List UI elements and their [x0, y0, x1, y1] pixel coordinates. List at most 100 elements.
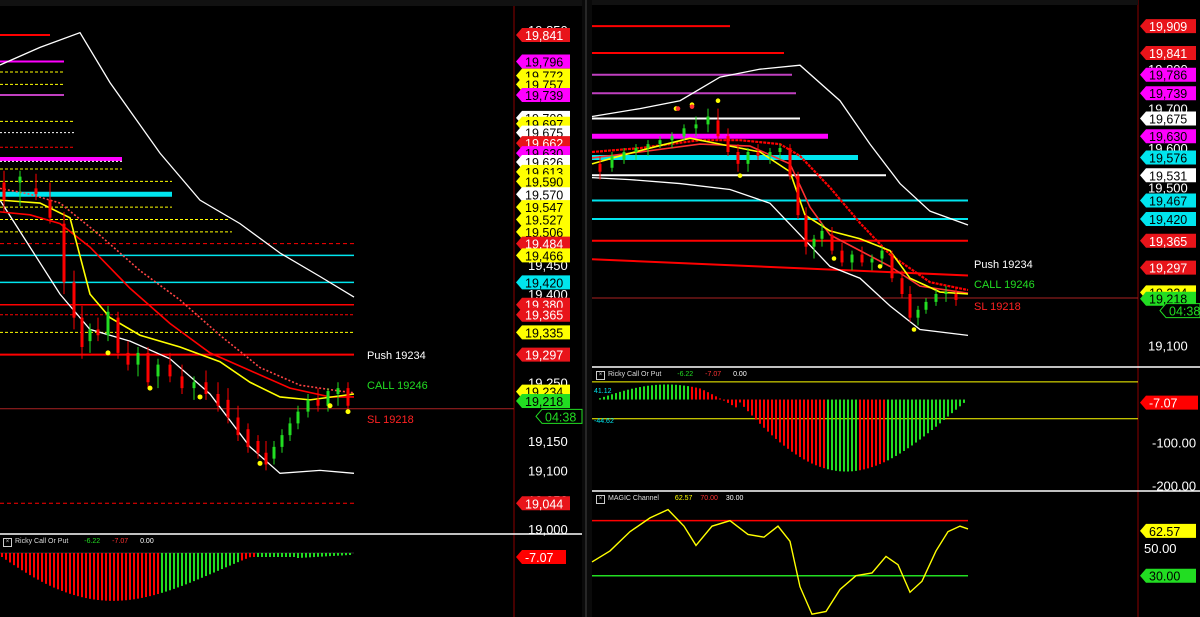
- left-candle-body: [226, 399, 230, 418]
- left-candle-body: [48, 200, 52, 218]
- right-title-strip: [592, 0, 1138, 5]
- right-price-label: 19,786: [1140, 67, 1196, 83]
- right-ind1-label: -7.07: [1140, 395, 1198, 411]
- left-candle-body: [346, 388, 350, 406]
- panel-gap: [582, 0, 592, 617]
- right-candle-body: [890, 254, 894, 279]
- right-candle-body: [682, 128, 686, 137]
- left-axis-tick: 19,150: [528, 434, 568, 449]
- left-price-label: 19,218: [516, 394, 570, 409]
- right-price-label-text: 19,467: [1149, 195, 1187, 209]
- right-candle-body: [916, 309, 920, 318]
- left-candle-body: [280, 435, 284, 447]
- left-axis-tick: 19,000: [528, 522, 568, 537]
- right-candle-body: [924, 301, 928, 310]
- right-price-label: 19,420: [1140, 212, 1196, 227]
- left-price-label: 19,841: [516, 28, 570, 43]
- right-price-label: 19,467: [1140, 193, 1196, 209]
- left-signal-dot: [147, 385, 153, 391]
- right-candle-body: [716, 120, 720, 137]
- right-timer-label-text: 04:38: [1169, 305, 1200, 319]
- left-timer-label: 04:38: [535, 408, 583, 424]
- right-signal-dot-red: [689, 104, 695, 109]
- left-candle-body: [96, 329, 100, 336]
- left-candle-body: [264, 452, 268, 465]
- left-price-label-text: 19,044: [525, 497, 563, 511]
- right-price-label: 19,531: [1140, 168, 1196, 183]
- left-price-label: 19,365: [516, 307, 570, 323]
- left-candle-body: [272, 446, 276, 459]
- right-candle-body: [944, 292, 948, 294]
- right-candle-body: [788, 148, 792, 176]
- right-price-label-text: 19,675: [1149, 112, 1187, 126]
- left-candle-body: [34, 188, 38, 195]
- right-ind1-axis-tick: -200.00: [1152, 479, 1196, 494]
- left-price-label-text: 19,218: [525, 395, 563, 409]
- left-price-label: 19,739: [516, 87, 570, 103]
- left-price-label: 19,590: [516, 174, 570, 189]
- left-signal-dot: [345, 409, 351, 415]
- right-candle-body: [908, 294, 912, 318]
- right-ind2-label: 30.00: [1140, 568, 1196, 584]
- left-candle-body: [106, 311, 110, 336]
- left-price-label-text: 19,466: [525, 249, 563, 263]
- right-candle-body: [610, 155, 614, 168]
- right-candle-body: [634, 148, 638, 152]
- left-signal-dot: [197, 394, 203, 400]
- right-candle-body: [768, 152, 772, 156]
- right-candle-body: [934, 294, 938, 302]
- left-candle-body: [116, 317, 120, 353]
- right-candle-body: [670, 136, 674, 141]
- right-candle-body: [850, 254, 854, 263]
- right-price-label: 19,576: [1140, 150, 1196, 166]
- left-candle-body: [236, 417, 240, 436]
- left-price-label: 19,335: [516, 325, 570, 340]
- right-signal-dot: [715, 98, 721, 104]
- left-candle-body: [288, 423, 292, 436]
- right-price-label: 19,297: [1140, 260, 1196, 276]
- left-timer-label-text: 04:38: [545, 410, 576, 424]
- right-price-label-text: 19,909: [1149, 20, 1187, 34]
- right-candle-body: [804, 215, 808, 247]
- right-price-label: 19,675: [1140, 111, 1196, 126]
- right-candle-body: [870, 258, 874, 263]
- right-signal-dot: [831, 256, 837, 261]
- right-candle-body: [860, 254, 864, 263]
- right-ind1-label-text: -7.07: [1149, 397, 1178, 411]
- right-price-label: 19,630: [1140, 129, 1196, 144]
- left-price-label-text: 19,739: [525, 89, 563, 103]
- right-ind2-label-text: 30.00: [1149, 570, 1180, 584]
- left-candle-body: [146, 352, 150, 383]
- left-axis-tick: 19,100: [528, 463, 568, 478]
- left-candle-body: [256, 441, 260, 453]
- left-candle-body: [192, 382, 196, 389]
- left-signal-dot: [257, 460, 263, 466]
- right-candle-body: [954, 294, 958, 300]
- left-candle-body: [136, 352, 140, 365]
- right-price-label-text: 19,531: [1149, 169, 1187, 183]
- right-signal-dot: [911, 327, 917, 332]
- right-candle-body: [756, 152, 760, 156]
- right-price-label-text: 19,630: [1149, 130, 1187, 144]
- left-candle-body: [80, 317, 84, 347]
- right-timer-label: 04:38: [1159, 303, 1200, 319]
- left-price-label: 19,044: [516, 496, 570, 511]
- right-ind1-axis-tick: -100.00: [1152, 436, 1196, 451]
- left-candle-body: [316, 399, 320, 406]
- right-signal-dot-red: [675, 106, 681, 111]
- left-candle-body: [168, 364, 172, 377]
- right-price-label-text: 19,841: [1149, 47, 1187, 61]
- right-candle-body: [812, 238, 816, 247]
- left-candle-body: [204, 382, 208, 394]
- right-price-label: 19,365: [1140, 233, 1196, 249]
- right-signal-dot: [877, 264, 883, 269]
- right-candle-body: [598, 163, 602, 172]
- left-price-label-text: 19,365: [525, 309, 563, 323]
- left-price-label: 19,420: [516, 275, 570, 290]
- left-price-label-text: 19,570: [525, 188, 563, 202]
- right-price-label-text: 19,576: [1149, 152, 1187, 166]
- left-price-label-text: 19,590: [525, 175, 563, 189]
- right-price-label-text: 19,786: [1149, 69, 1187, 83]
- left-price-label-text: 19,297: [525, 349, 563, 363]
- left-ind-label: -7.07: [516, 550, 566, 565]
